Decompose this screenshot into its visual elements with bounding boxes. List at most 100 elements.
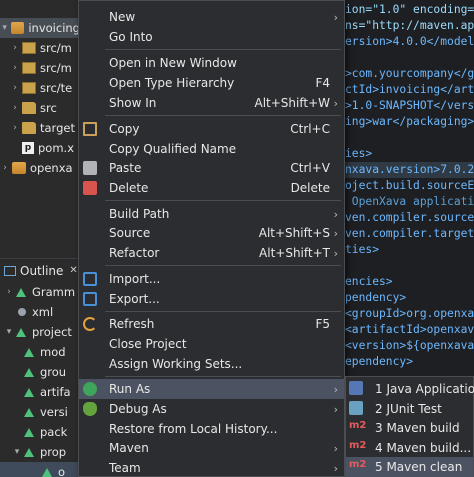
expand-icon[interactable]: ▾ — [12, 447, 22, 457]
maven-icon: m2 — [349, 459, 367, 470]
outline-item-label: xml — [32, 305, 54, 319]
outline-item[interactable]: ▾ project — [0, 322, 80, 342]
close-icon[interactable]: ✕ — [69, 265, 77, 276]
expand-icon[interactable]: › — [10, 103, 20, 113]
code-line: OpenXava applicatio — [345, 195, 474, 208]
explorer-item-invoicing[interactable]: ▾ invoicing — [0, 18, 80, 38]
menu-item-source[interactable]: Source Alt+Shift+S › — [79, 223, 344, 243]
submenu-item-maven-clean[interactable]: m2 5 Maven clean — [346, 457, 473, 477]
outline-view: › Gramm xml ▾ project mod grou artifa ve… — [0, 282, 80, 477]
code-line: encies> — [345, 275, 393, 288]
explorer-item-src-main-resources[interactable]: › src/m — [0, 58, 80, 78]
menu-item-copy-qualified-name[interactable]: Copy Qualified Name — [79, 139, 344, 159]
outline-item[interactable]: ▾ prop — [0, 442, 80, 462]
explorer-item-label: src/m — [40, 41, 72, 55]
xml-element-icon — [24, 447, 34, 457]
outline-item[interactable]: › Gramm — [0, 282, 80, 302]
debug-icon — [83, 402, 97, 416]
menu-item-delete[interactable]: Delete Delete — [79, 178, 344, 198]
expand-icon[interactable]: › — [10, 123, 20, 133]
chevron-right-icon: › — [333, 382, 338, 396]
explorer-item-src-main-java[interactable]: › src/m — [0, 38, 80, 58]
menu-item-assign-working-sets[interactable]: Assign Working Sets... — [79, 354, 344, 374]
outline-item-label: grou — [40, 365, 67, 379]
menu-item-export[interactable]: Export... — [79, 289, 344, 309]
submenu-item-maven-build-config[interactable]: m2 4 Maven build... — [346, 438, 473, 458]
expand-icon[interactable]: ▾ — [0, 23, 9, 33]
outline-item[interactable]: o — [0, 462, 80, 477]
expand-icon[interactable]: › — [10, 83, 20, 93]
menu-item-refactor[interactable]: Refactor Alt+Shift+T › — [79, 243, 344, 263]
package-explorer: ▾ invoicing › src/m › src/m › src/te › s… — [0, 0, 80, 258]
explorer-item-openxava[interactable]: › openxa — [0, 158, 80, 178]
expand-icon[interactable]: ▾ — [4, 327, 14, 337]
maven-icon: m2 — [349, 440, 367, 451]
outline-item-label: mod — [40, 345, 66, 359]
menu-item-build-path[interactable]: Build Path › — [79, 204, 344, 224]
outline-item[interactable]: grou — [0, 362, 80, 382]
code-line: oject.build.sourceEnc — [345, 179, 474, 192]
junit-icon — [349, 401, 369, 417]
menu-item-paste[interactable]: Paste Ctrl+V — [79, 158, 344, 178]
menu-item-open-in-new-window[interactable]: Open in New Window — [79, 53, 344, 73]
menu-item-close-project[interactable]: Close Project — [79, 334, 344, 354]
code-line: ven.compiler.target> — [345, 227, 474, 240]
export-icon — [83, 292, 97, 306]
submenu-item-maven-build[interactable]: m2 3 Maven build — [346, 418, 473, 438]
code-line: ns="http://maven.apa — [345, 19, 474, 32]
expand-icon[interactable]: › — [10, 63, 20, 73]
explorer-item-src-test[interactable]: › src/te — [0, 78, 80, 98]
menu-item-open-type-hierarchy[interactable]: Open Type Hierarchy F4 — [79, 73, 344, 93]
code-line: >com.yourcompany</gr — [345, 67, 474, 80]
outline-item[interactable]: pack — [0, 422, 80, 442]
outline-item[interactable]: xml — [0, 302, 80, 322]
menu-item-debug-as[interactable]: Debug As › — [79, 399, 344, 419]
menu-item-show-in[interactable]: Show In Alt+Shift+W › — [79, 93, 344, 113]
menu-item-refresh[interactable]: Refresh F5 — [79, 314, 344, 334]
menu-item-restore-from-local-history[interactable]: Restore from Local History... — [79, 419, 344, 439]
expand-icon[interactable]: › — [10, 43, 20, 53]
menu-item-maven[interactable]: Maven › — [79, 438, 344, 458]
run-as-submenu: 1 Java Application 2 JUnit Test m2 3 Mav… — [345, 376, 474, 477]
code-line: >1.0-SNAPSHOT</versi — [345, 99, 474, 112]
menu-item-import[interactable]: Import... — [79, 269, 344, 289]
menu-item-new[interactable]: New › — [79, 7, 344, 27]
maven-icon: m2 — [349, 420, 367, 431]
outline-item[interactable]: artifa — [0, 382, 80, 402]
run-icon — [83, 382, 97, 396]
menu-item-team[interactable]: Team › — [79, 458, 344, 477]
explorer-item-label: src — [40, 101, 57, 115]
code-line: ersion>4.0.0</modelVe — [345, 35, 474, 48]
outline-item[interactable]: mod — [0, 342, 80, 362]
outline-item-label: prop — [40, 445, 67, 459]
chevron-right-icon: › — [333, 246, 338, 260]
outline-item-label: versi — [40, 405, 68, 419]
chevron-right-icon: › — [333, 402, 338, 416]
explorer-item-src[interactable]: › src — [0, 98, 80, 118]
explorer-item-pom[interactable]: p pom.x — [0, 138, 80, 158]
menu-separator — [105, 49, 341, 50]
menu-item-go-into[interactable]: Go Into — [79, 27, 344, 47]
code-line: nxava.version>7.0.2< — [345, 162, 474, 178]
code-line: ion="1.0" encoding="UT — [345, 3, 474, 16]
chevron-right-icon: › — [333, 96, 338, 110]
chevron-right-icon: › — [333, 226, 338, 240]
menu-item-run-as[interactable]: Run As › — [79, 379, 344, 399]
outline-item[interactable]: versi — [0, 402, 80, 422]
explorer-item-target[interactable]: › target — [0, 118, 80, 138]
explorer-item-label: target — [40, 121, 75, 135]
menu-separator — [105, 200, 341, 201]
menu-item-copy[interactable]: Copy Ctrl+C — [79, 119, 344, 139]
submenu-item-java-application[interactable]: 1 Java Application — [346, 379, 474, 399]
outline-tab[interactable]: Outline ✕ — [0, 258, 80, 282]
menu-separator — [105, 376, 341, 377]
code-line: ties> — [345, 243, 380, 256]
expand-icon[interactable]: › — [4, 287, 14, 297]
package-folder-icon — [22, 42, 36, 54]
expand-icon[interactable]: › — [0, 163, 10, 173]
chevron-right-icon: › — [333, 207, 338, 221]
package-folder-icon — [22, 82, 36, 94]
submenu-item-junit-test[interactable]: 2 JUnit Test — [346, 399, 473, 419]
code-line: ven.compiler.source> — [345, 211, 474, 224]
paste-icon — [83, 161, 97, 175]
